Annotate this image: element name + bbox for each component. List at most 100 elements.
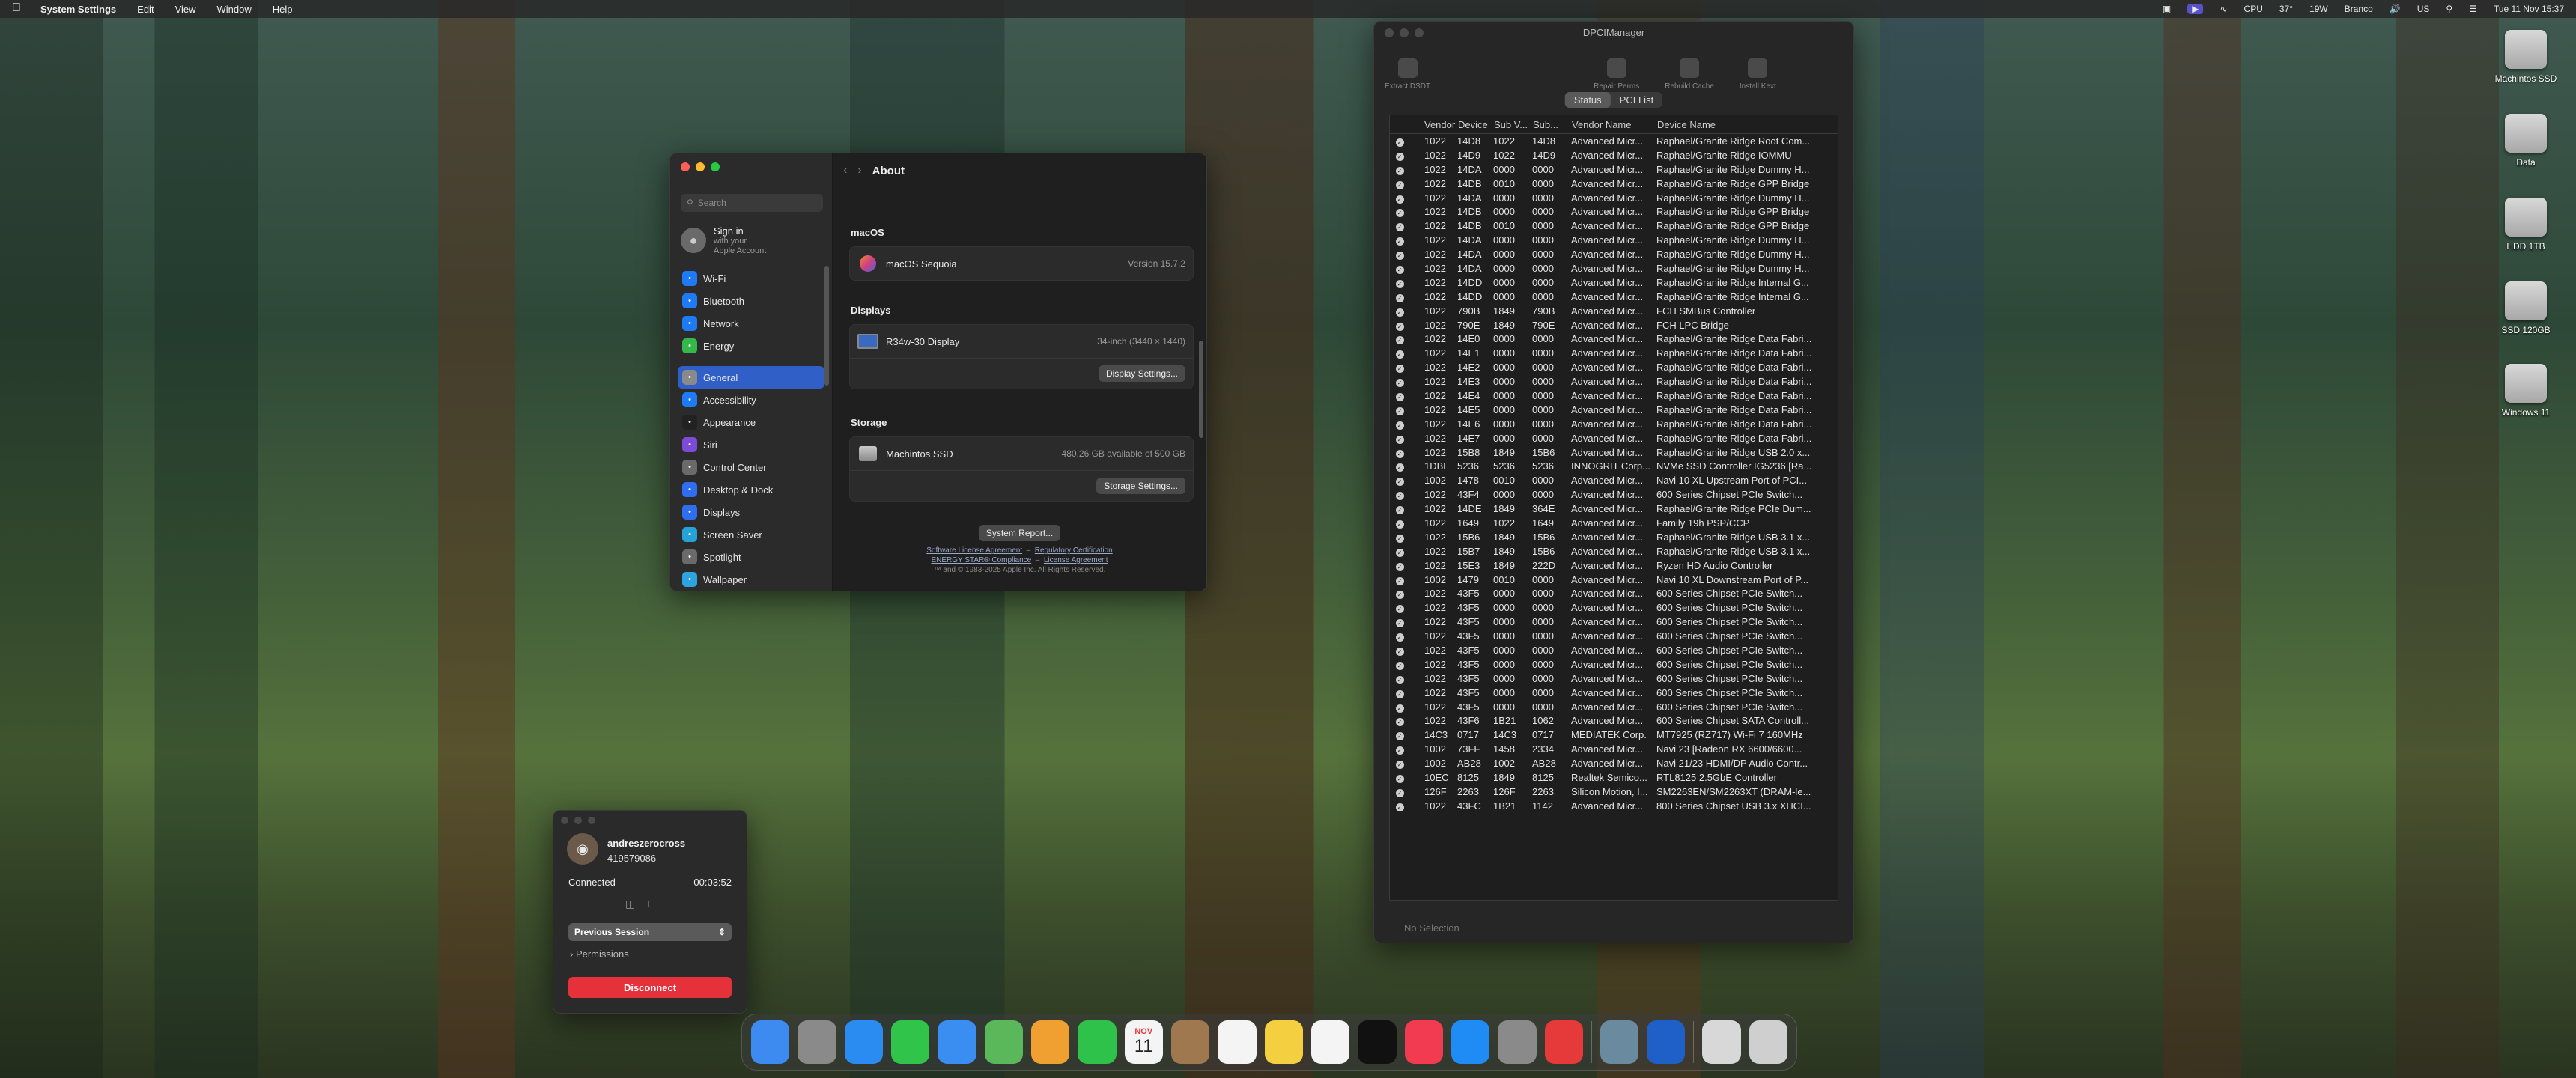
system-report-button[interactable]: System Report... xyxy=(978,525,1061,541)
sidebar-item-wi-fi[interactable]: • Wi-Fi xyxy=(678,267,824,290)
table-row[interactable]: ✓ 1022 43F5 0000 0000 Advanced Micr... 600 Ser… xyxy=(1390,643,1838,657)
main-scrollbar[interactable] xyxy=(1199,341,1203,438)
info-icon[interactable] xyxy=(1647,1020,1686,1064)
sidebar-item-bluetooth[interactable]: • Bluetooth xyxy=(678,290,824,312)
table-row[interactable]: ✓ 1022 14E6 0000 0000 Advanced Micr... Raphael… xyxy=(1390,417,1838,431)
contacts-icon[interactable] xyxy=(1170,1020,1210,1064)
sidebar-item-wallpaper[interactable]: • Wallpaper xyxy=(678,568,824,591)
col-vendor[interactable]: Vendor xyxy=(1409,115,1457,134)
input-source-icon[interactable]: US xyxy=(2417,4,2430,14)
control-icon[interactable]: ▶ xyxy=(2187,4,2204,14)
back-chevron-icon[interactable]: ‹ xyxy=(843,164,847,177)
col-sub-vendor[interactable]: Sub V... xyxy=(1493,115,1532,134)
table-row[interactable]: ✓ 1022 43F5 0000 0000 Advanced Micr... 600 Ser… xyxy=(1390,672,1838,686)
calendar-icon[interactable]: NOV 11 xyxy=(1124,1020,1163,1064)
table-row[interactable]: ✓ 1022 14D9 1022 14D9 Advanced Micr... Raphael… xyxy=(1390,148,1838,162)
col-device[interactable]: Device xyxy=(1457,115,1493,134)
table-row[interactable]: ✓ 1022 14DD 0000 0000 Advanced Micr... Raphael… xyxy=(1390,290,1838,304)
desktop-icon-ssd-120[interactable]: SSD 120GB xyxy=(2485,281,2567,335)
desktop-icon-data[interactable]: Data xyxy=(2485,114,2567,168)
table-row[interactable]: ✓ 1022 14DB 0000 0000 Advanced Micr... Raphael… xyxy=(1390,204,1838,219)
sidebar-item-displays[interactable]: • Displays xyxy=(678,501,824,523)
desktop-icon-windows[interactable]: Windows 11 xyxy=(2485,364,2567,418)
table-row[interactable]: ✓ 1022 14DA 0000 0000 Advanced Micr... Raphael… xyxy=(1390,191,1838,205)
extract-dsdt-button[interactable]: Extract DSDT xyxy=(1385,58,1430,91)
table-row[interactable]: ✓ 1002 1478 0010 0000 Advanced Micr... Navi 10… xyxy=(1390,473,1838,487)
table-row[interactable]: ✓ 1022 14DE 1849 364E Advanced Micr... Raphael… xyxy=(1390,502,1838,516)
trash-icon[interactable] xyxy=(1749,1020,1787,1064)
sidebar-item-control-center[interactable]: • Control Center xyxy=(678,456,824,478)
table-row[interactable]: ✓ 1022 14DD 0000 0000 Advanced Micr... Raphael… xyxy=(1390,275,1838,290)
sidebar-item-general[interactable]: • General xyxy=(678,366,824,389)
zoom-button[interactable] xyxy=(711,162,720,171)
table-row[interactable]: ✓ 1022 43F4 0000 0000 Advanced Micr... 600 Ser… xyxy=(1390,487,1838,502)
notes-icon[interactable] xyxy=(1264,1020,1303,1064)
energy-star-link[interactable]: ENERGY STAR® Compliance xyxy=(931,556,1031,564)
music-icon[interactable] xyxy=(1404,1020,1443,1064)
desktop-icon-hdd[interactable]: HDD 1TB xyxy=(2485,198,2567,252)
launchpad-icon[interactable] xyxy=(798,1020,836,1064)
repair-perms-button[interactable]: Repair Perms xyxy=(1594,58,1639,91)
table-row[interactable]: ✓ 1022 43F5 0000 0000 Advanced Micr... 600 Ser… xyxy=(1390,587,1838,601)
file-transfer-icon[interactable]: ◫ xyxy=(625,898,635,910)
table-row[interactable]: ✓ 1022 14DA 0000 0000 Advanced Micr... Raphael… xyxy=(1390,233,1838,247)
table-row[interactable]: ✓ 14C3 0717 14C3 0717 MEDIATEK Corp. MT7925 (R… xyxy=(1390,728,1838,742)
table-row[interactable]: ✓ 1022 15E3 1849 222D Advanced Micr... Ryzen H… xyxy=(1390,558,1838,573)
session-select[interactable]: Previous Session ⇕ xyxy=(568,923,732,941)
table-row[interactable]: ✓ 1022 14DA 0000 0000 Advanced Micr... Raphael… xyxy=(1390,261,1838,275)
table-row[interactable]: ✓ 1022 43F5 0000 0000 Advanced Micr... 600 Ser… xyxy=(1390,629,1838,643)
table-row[interactable]: ✓ 1022 1649 1022 1649 Advanced Micr... Family … xyxy=(1390,516,1838,530)
table-row[interactable]: ✓ 1022 14E2 0000 0000 Advanced Micr... Raphael… xyxy=(1390,360,1838,374)
reminders-icon[interactable] xyxy=(1218,1020,1257,1064)
desktop-icon-machintos-ssd[interactable]: Machintos SSD xyxy=(2485,30,2567,84)
screen-share-icon[interactable]: ▣ xyxy=(2163,4,2171,14)
zoom-button[interactable] xyxy=(1415,28,1424,37)
software-license-link[interactable]: Software License Agreement xyxy=(926,546,1022,555)
table-row[interactable]: ✓ 1022 14DB 0010 0000 Advanced Micr... Raphael… xyxy=(1390,177,1838,191)
license-agreement-link[interactable]: License Agreement xyxy=(1044,556,1108,564)
freeform-icon[interactable] xyxy=(1310,1020,1350,1064)
table-row[interactable]: ✓ 1022 14E0 0000 0000 Advanced Micr... Raphael… xyxy=(1390,332,1838,346)
maps-icon[interactable] xyxy=(984,1020,1023,1064)
search-field[interactable]: ⚲ Search xyxy=(681,194,823,212)
menu-view[interactable]: View xyxy=(165,4,207,15)
table-row[interactable]: ✓ 1022 14DA 0000 0000 Advanced Micr... Raphael… xyxy=(1390,162,1838,177)
table-row[interactable]: ✓ 1022 14E1 0000 0000 Advanced Micr... Raphael… xyxy=(1390,346,1838,360)
table-row[interactable]: ✓ 126F 2263 126F 2263 Silicon Motion, I... SM2… xyxy=(1390,785,1838,799)
sidebar-item-network[interactable]: • Network xyxy=(678,312,824,335)
permissions-toggle[interactable]: › Permissions xyxy=(570,948,629,960)
table-row[interactable]: ✓ 1002 AB28 1002 AB28 Advanced Micr... Navi 21… xyxy=(1390,756,1838,770)
disconnect-button[interactable]: Disconnect xyxy=(568,977,732,998)
table-row[interactable]: ✓ 1022 14E7 0000 0000 Advanced Micr... Raphael… xyxy=(1390,431,1838,445)
finder-icon[interactable] xyxy=(751,1020,790,1064)
table-row[interactable]: ✓ 1022 14DA 0000 0000 Advanced Micr... Raphael… xyxy=(1390,247,1838,261)
table-row[interactable]: ✓ 1022 43F5 0000 0000 Advanced Micr... 600 Ser… xyxy=(1390,686,1838,700)
table-row[interactable]: ✓ 1022 14E3 0000 0000 Advanced Micr... Raphael… xyxy=(1390,374,1838,389)
clock[interactable]: Tue 11 Nov 15:37 xyxy=(2494,4,2564,14)
table-row[interactable]: ✓ 1DBE 5236 5236 5236 INNOGRIT Corp... NVMe SS… xyxy=(1390,459,1838,473)
table-row[interactable]: ✓ 1022 43F5 0000 0000 Advanced Micr... 600 Ser… xyxy=(1390,600,1838,615)
table-row[interactable]: ✓ 1022 15B8 1849 15B6 Advanced Micr... Raphael… xyxy=(1390,445,1838,460)
sidebar-item-screen-saver[interactable]: • Screen Saver xyxy=(678,523,824,546)
table-row[interactable]: ✓ 1022 14DB 0010 0000 Advanced Micr... Raphael… xyxy=(1390,219,1838,233)
tab-pci-list[interactable]: PCI List xyxy=(1611,92,1663,108)
install-kext-button[interactable]: Install Kext xyxy=(1740,58,1776,91)
table-row[interactable]: ✓ 1022 14E5 0000 0000 Advanced Micr... Raphael… xyxy=(1390,403,1838,417)
menu-edit[interactable]: Edit xyxy=(127,4,164,15)
app-store-icon[interactable] xyxy=(1450,1020,1490,1064)
mail-icon[interactable] xyxy=(938,1020,976,1064)
anydesk-icon[interactable] xyxy=(1544,1020,1583,1064)
col-device-name[interactable]: Device Name xyxy=(1656,115,1838,134)
user-label[interactable]: Branco xyxy=(2345,4,2373,14)
apple-menu-icon[interactable]:  xyxy=(12,1,21,15)
safari-icon[interactable] xyxy=(844,1020,883,1064)
tv-icon[interactable] xyxy=(1358,1020,1397,1064)
close-button[interactable] xyxy=(1385,28,1394,37)
downloads-icon[interactable] xyxy=(1702,1020,1741,1064)
sidebar-item-accessibility[interactable]: • Accessibility xyxy=(678,389,824,411)
minimize-button[interactable] xyxy=(696,162,705,171)
menu-help[interactable]: Help xyxy=(262,4,303,15)
zoom-button[interactable] xyxy=(588,817,595,824)
sidebar-item-appearance[interactable]: • Appearance xyxy=(678,411,824,433)
tab-status[interactable]: Status xyxy=(1564,92,1611,108)
